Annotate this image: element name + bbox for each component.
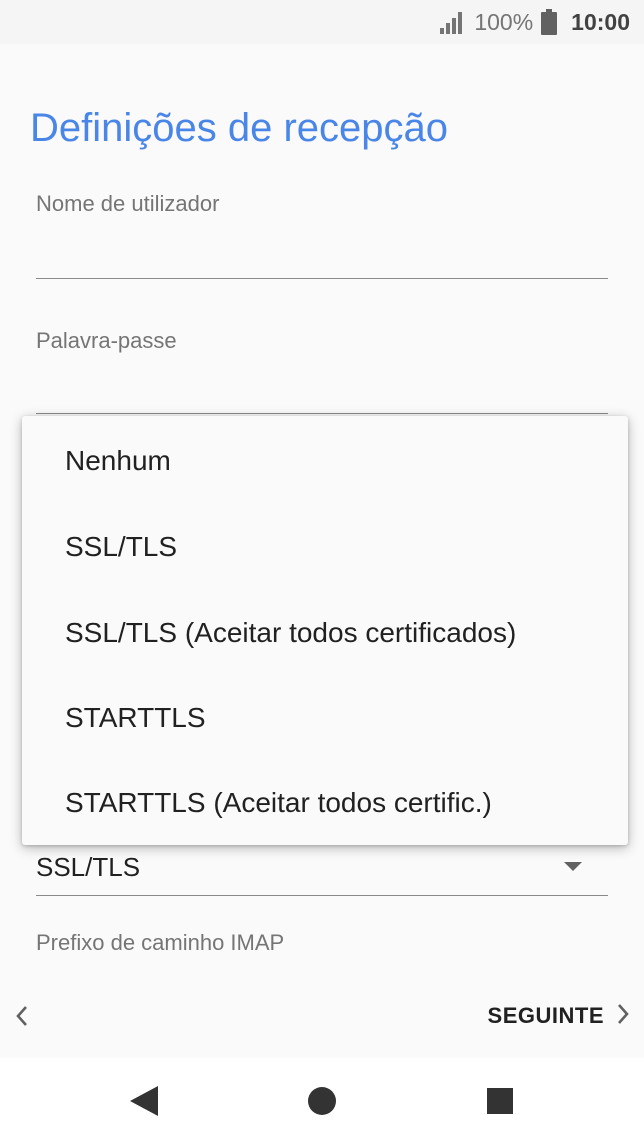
next-button-label: SEGUINTE (487, 1003, 604, 1028)
battery-icon (541, 9, 558, 35)
battery-percent: 100% (474, 8, 534, 35)
chevron-right-icon (614, 1000, 632, 1033)
status-indicators: 100% 10:00 (440, 0, 630, 44)
security-options-menu: Nenhum SSL/TLS SSL/TLS (Aceitar todos ce… (22, 416, 628, 845)
imap-prefix-label: Prefixo de caminho IMAP (36, 930, 285, 955)
menu-option-ssl-tls[interactable]: SSL/TLS (22, 504, 628, 589)
password-underline (36, 413, 608, 414)
username-input[interactable] (36, 236, 608, 276)
wizard-navigation: SEGUINTE (0, 990, 644, 1042)
back-triangle-icon[interactable] (99, 1058, 189, 1144)
menu-option-none[interactable]: Nenhum (22, 418, 628, 503)
dropdown-arrow-icon[interactable] (564, 862, 582, 871)
chevron-left-icon[interactable] (10, 1002, 34, 1030)
password-label: Palavra-passe (36, 328, 177, 353)
menu-option-starttls-accept-all[interactable]: STARTTLS (Aceitar todos certific.) (22, 760, 628, 845)
status-bar: 100% 10:00 (0, 0, 644, 44)
home-circle-icon[interactable] (277, 1058, 367, 1144)
page-title: Definições de recepção (30, 106, 449, 150)
next-button[interactable]: SEGUINTE (488, 998, 632, 1034)
menu-option-starttls[interactable]: STARTTLS (22, 675, 628, 760)
security-type-select[interactable]: SSL/TLS (36, 852, 140, 883)
recents-square-icon[interactable] (455, 1058, 545, 1144)
username-label: Nome de utilizador (36, 191, 220, 216)
clock: 10:00 (571, 8, 630, 35)
system-navigation-bar (0, 1058, 644, 1144)
signal-icon (440, 10, 466, 34)
username-underline (36, 278, 608, 279)
security-underline (36, 895, 608, 896)
menu-option-ssl-tls-accept-all[interactable]: SSL/TLS (Aceitar todos certificados) (22, 590, 628, 675)
